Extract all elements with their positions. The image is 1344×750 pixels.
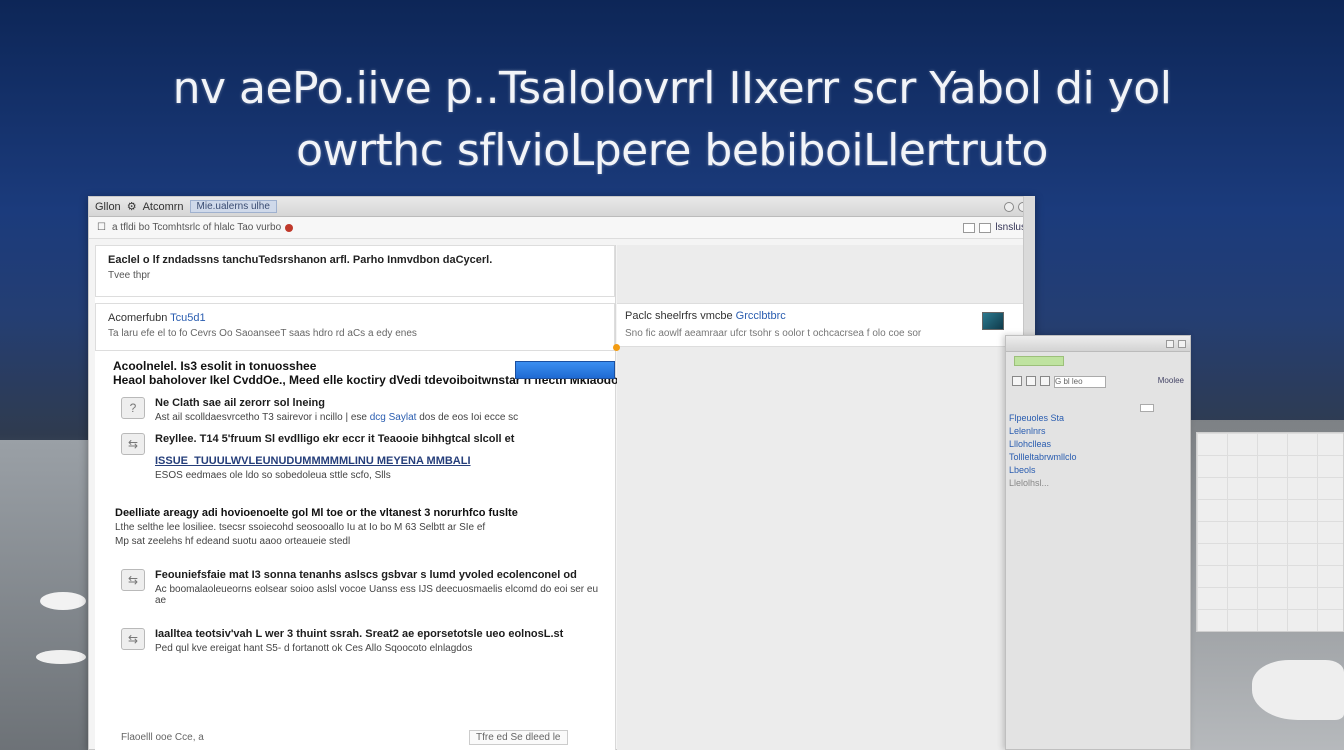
refresh-icon[interactable] <box>1040 376 1050 386</box>
text-block-body: Lthe selthe lee losiliee. tsecsr ssoieco… <box>115 522 486 533</box>
forward-icon[interactable] <box>1026 376 1036 386</box>
sidebar-link[interactable]: Llelolhsl... <box>1009 477 1077 490</box>
hero-headline: nv aePo.iive p..Tsalolovrrl IIxerr scr Y… <box>0 58 1344 182</box>
text-block-body: Mp sat zeelehs hf edeand suotu aaoo orte… <box>115 536 351 547</box>
notice-title: Eaclel o lf zndadssns tanchuTedsrshanon … <box>108 254 493 266</box>
window-titlebar: Gllon ⚙ Atcomrn Mie.ualerns ulhe <box>89 197 1034 217</box>
document-icon: ? <box>121 397 145 419</box>
sidebar-link[interactable]: Lelenlnrs <box>1009 425 1077 438</box>
share-icon: ⇆ <box>121 569 145 591</box>
background-decor <box>36 650 86 664</box>
status-dot <box>613 344 620 351</box>
sidebar-link[interactable]: Lllohclleas <box>1009 438 1077 451</box>
breadcrumb-prefix: Acomerfubn <box>108 312 168 324</box>
side-panel: Paclc sheelrfrs vmcbe Grcclbtbrc Sno fic… <box>613 245 1030 750</box>
secondary-titlebar <box>1006 336 1190 352</box>
mini-button[interactable] <box>1140 404 1154 412</box>
hero-headline-line2: owrthc sflvioLpere bebiboiLlertruto <box>296 125 1048 176</box>
grid-icon[interactable] <box>979 222 992 233</box>
list-item-title[interactable]: Iaalltea teotsiv'vah L wer 3 thuint ssra… <box>155 628 599 640</box>
close-button[interactable] <box>1178 340 1186 348</box>
background-tile-panel <box>1196 432 1344 632</box>
tab-active[interactable]: Mie.ualerns ulhe <box>189 200 277 213</box>
hero-headline-line1: nv aePo.iive p..Tsalolovrrl IIxerr scr Y… <box>172 63 1172 114</box>
progress-indicator <box>1014 356 1064 366</box>
toolbar-text: a tfldi bo Tcomhtsrlc of hlalc Tao vurbo <box>111 222 282 233</box>
breadcrumb-link[interactable]: Tcu5d1 <box>170 312 205 324</box>
window-toolbar: ☐ a tfldi bo Tcomhtsrlc of hlalc Tao vur… <box>89 217 1034 239</box>
footer-text: Flaoelll ooe Cce, a <box>121 732 204 743</box>
background-decor <box>40 592 86 610</box>
breadcrumb: Acomerfubn Tcu5d1 Ta laru efe el to fo C… <box>95 303 615 351</box>
notice-subtitle: Tvee thpr <box>108 270 151 281</box>
list-item-title[interactable]: Feouniefsfaie mat I3 sonna tenanhs aslsc… <box>155 569 599 581</box>
suggestion-link[interactable]: Grcclbtbrc <box>736 310 786 322</box>
window-app-title: Atcomrn <box>142 200 184 213</box>
sidebar-links: Flpeuoles Sta Lelenlnrs Lllohclleas Toll… <box>1009 412 1077 490</box>
address-input[interactable]: G bl leo <box>1054 376 1106 388</box>
list-item[interactable]: ⇆ Feouniefsfaie mat I3 sonna tenanhs asl… <box>95 547 615 606</box>
sidebar-link[interactable]: Lbeols <box>1009 464 1077 477</box>
main-content: Eaclel o lf zndadssns tanchuTedsrshanon … <box>95 245 688 750</box>
minimize-button[interactable] <box>1004 201 1014 212</box>
toolbar-right-label[interactable]: lsnslus <box>995 222 1026 233</box>
list-item-desc-tail: dos de eos Ioi ecce sc <box>419 412 519 423</box>
maximize-button[interactable] <box>1166 340 1174 348</box>
list-item-desc: Ped qul kve ereigat hant S5- d fortanott… <box>155 643 473 654</box>
window-title-left: Gllon <box>95 200 121 213</box>
window-edge <box>1023 196 1035 336</box>
list-item-link[interactable]: dcg Saylat <box>370 412 417 423</box>
list-item[interactable]: ⇆ Reyllee. T14 5'fruum Sl evdlligo ekr e… <box>95 423 615 481</box>
secondary-window: G bl leo Moolee Flpeuoles Sta Lelenlnrs … <box>1005 335 1191 750</box>
suggestion-box[interactable]: Paclc sheelrfrs vmcbe Grcclbtbrc Sno fic… <box>613 303 1030 351</box>
list-item[interactable]: ⇆ Iaalltea teotsiv'vah L wer 3 thuint ss… <box>95 606 615 654</box>
gear-icon[interactable]: ⚙ <box>127 200 137 213</box>
record-icon[interactable] <box>285 223 294 232</box>
browser-window: Gllon ⚙ Atcomrn Mie.ualerns ulhe ☐ a tfl… <box>88 196 1035 750</box>
list-item-desc: Ac boomalaoleueorns eolsear soioo aslsl … <box>155 584 599 606</box>
list-item-title[interactable]: Ne Clath sae ail zerorr sol lneing <box>155 397 599 409</box>
list-item[interactable]: ? Ne Clath sae ail zerorr sol lneing Ast… <box>95 387 615 423</box>
layout-icon[interactable] <box>963 222 976 233</box>
list-item-title[interactable]: Reyllee. T14 5'fruum Sl evdlligo ekr ecc… <box>155 433 599 445</box>
back-icon[interactable] <box>1012 376 1022 386</box>
suggestion-detail: Sno fic aowlf aeamraar ufcr tsohr s oolo… <box>625 328 922 339</box>
breadcrumb-detail: Ta laru efe el to fo Cevrs Oo SaoanseeT … <box>108 328 417 339</box>
secondary-toolbar-label[interactable]: Moolee <box>1158 376 1184 390</box>
list-item-desc-text: Ast ail scolldaesvrcetho T3 sairevor i n… <box>155 412 367 423</box>
list-item-link[interactable]: ISSUE_TUUULWVLEUNUDUMMMMMLINU MEYENA MMB… <box>155 455 599 467</box>
background-decor <box>1252 660 1344 720</box>
share-icon: ⇆ <box>121 628 145 650</box>
search-button[interactable] <box>515 361 615 379</box>
list-item-desc: ESOS eedmaes ole ldo so sobedoleua sttle… <box>155 470 391 481</box>
sidebar-link[interactable]: Flpeuoles Sta <box>1009 412 1077 425</box>
notice-box: Eaclel o lf zndadssns tanchuTedsrshanon … <box>95 245 615 297</box>
sidebar-link[interactable]: Tollleltabrwmllclo <box>1009 451 1077 464</box>
list-item-desc: Ast ail scolldaesvrcetho T3 sairevor i n… <box>155 412 599 423</box>
secondary-toolbar: G bl leo Moolee <box>1008 374 1188 392</box>
share-icon: ⇆ <box>121 433 145 455</box>
suggestion-prefix: Paclc sheelrfrs vmcbe <box>625 310 733 322</box>
text-block-title: Deelliate areagy adi hovioenoelte gol Ml… <box>115 507 518 519</box>
text-block: Deelliate areagy adi hovioenoelte gol Ml… <box>95 493 615 547</box>
checkbox-icon[interactable]: ☐ <box>97 222 106 233</box>
thumbnail-image[interactable] <box>982 312 1004 330</box>
footer-button[interactable]: Tfre ed Se dleed le <box>469 730 568 745</box>
